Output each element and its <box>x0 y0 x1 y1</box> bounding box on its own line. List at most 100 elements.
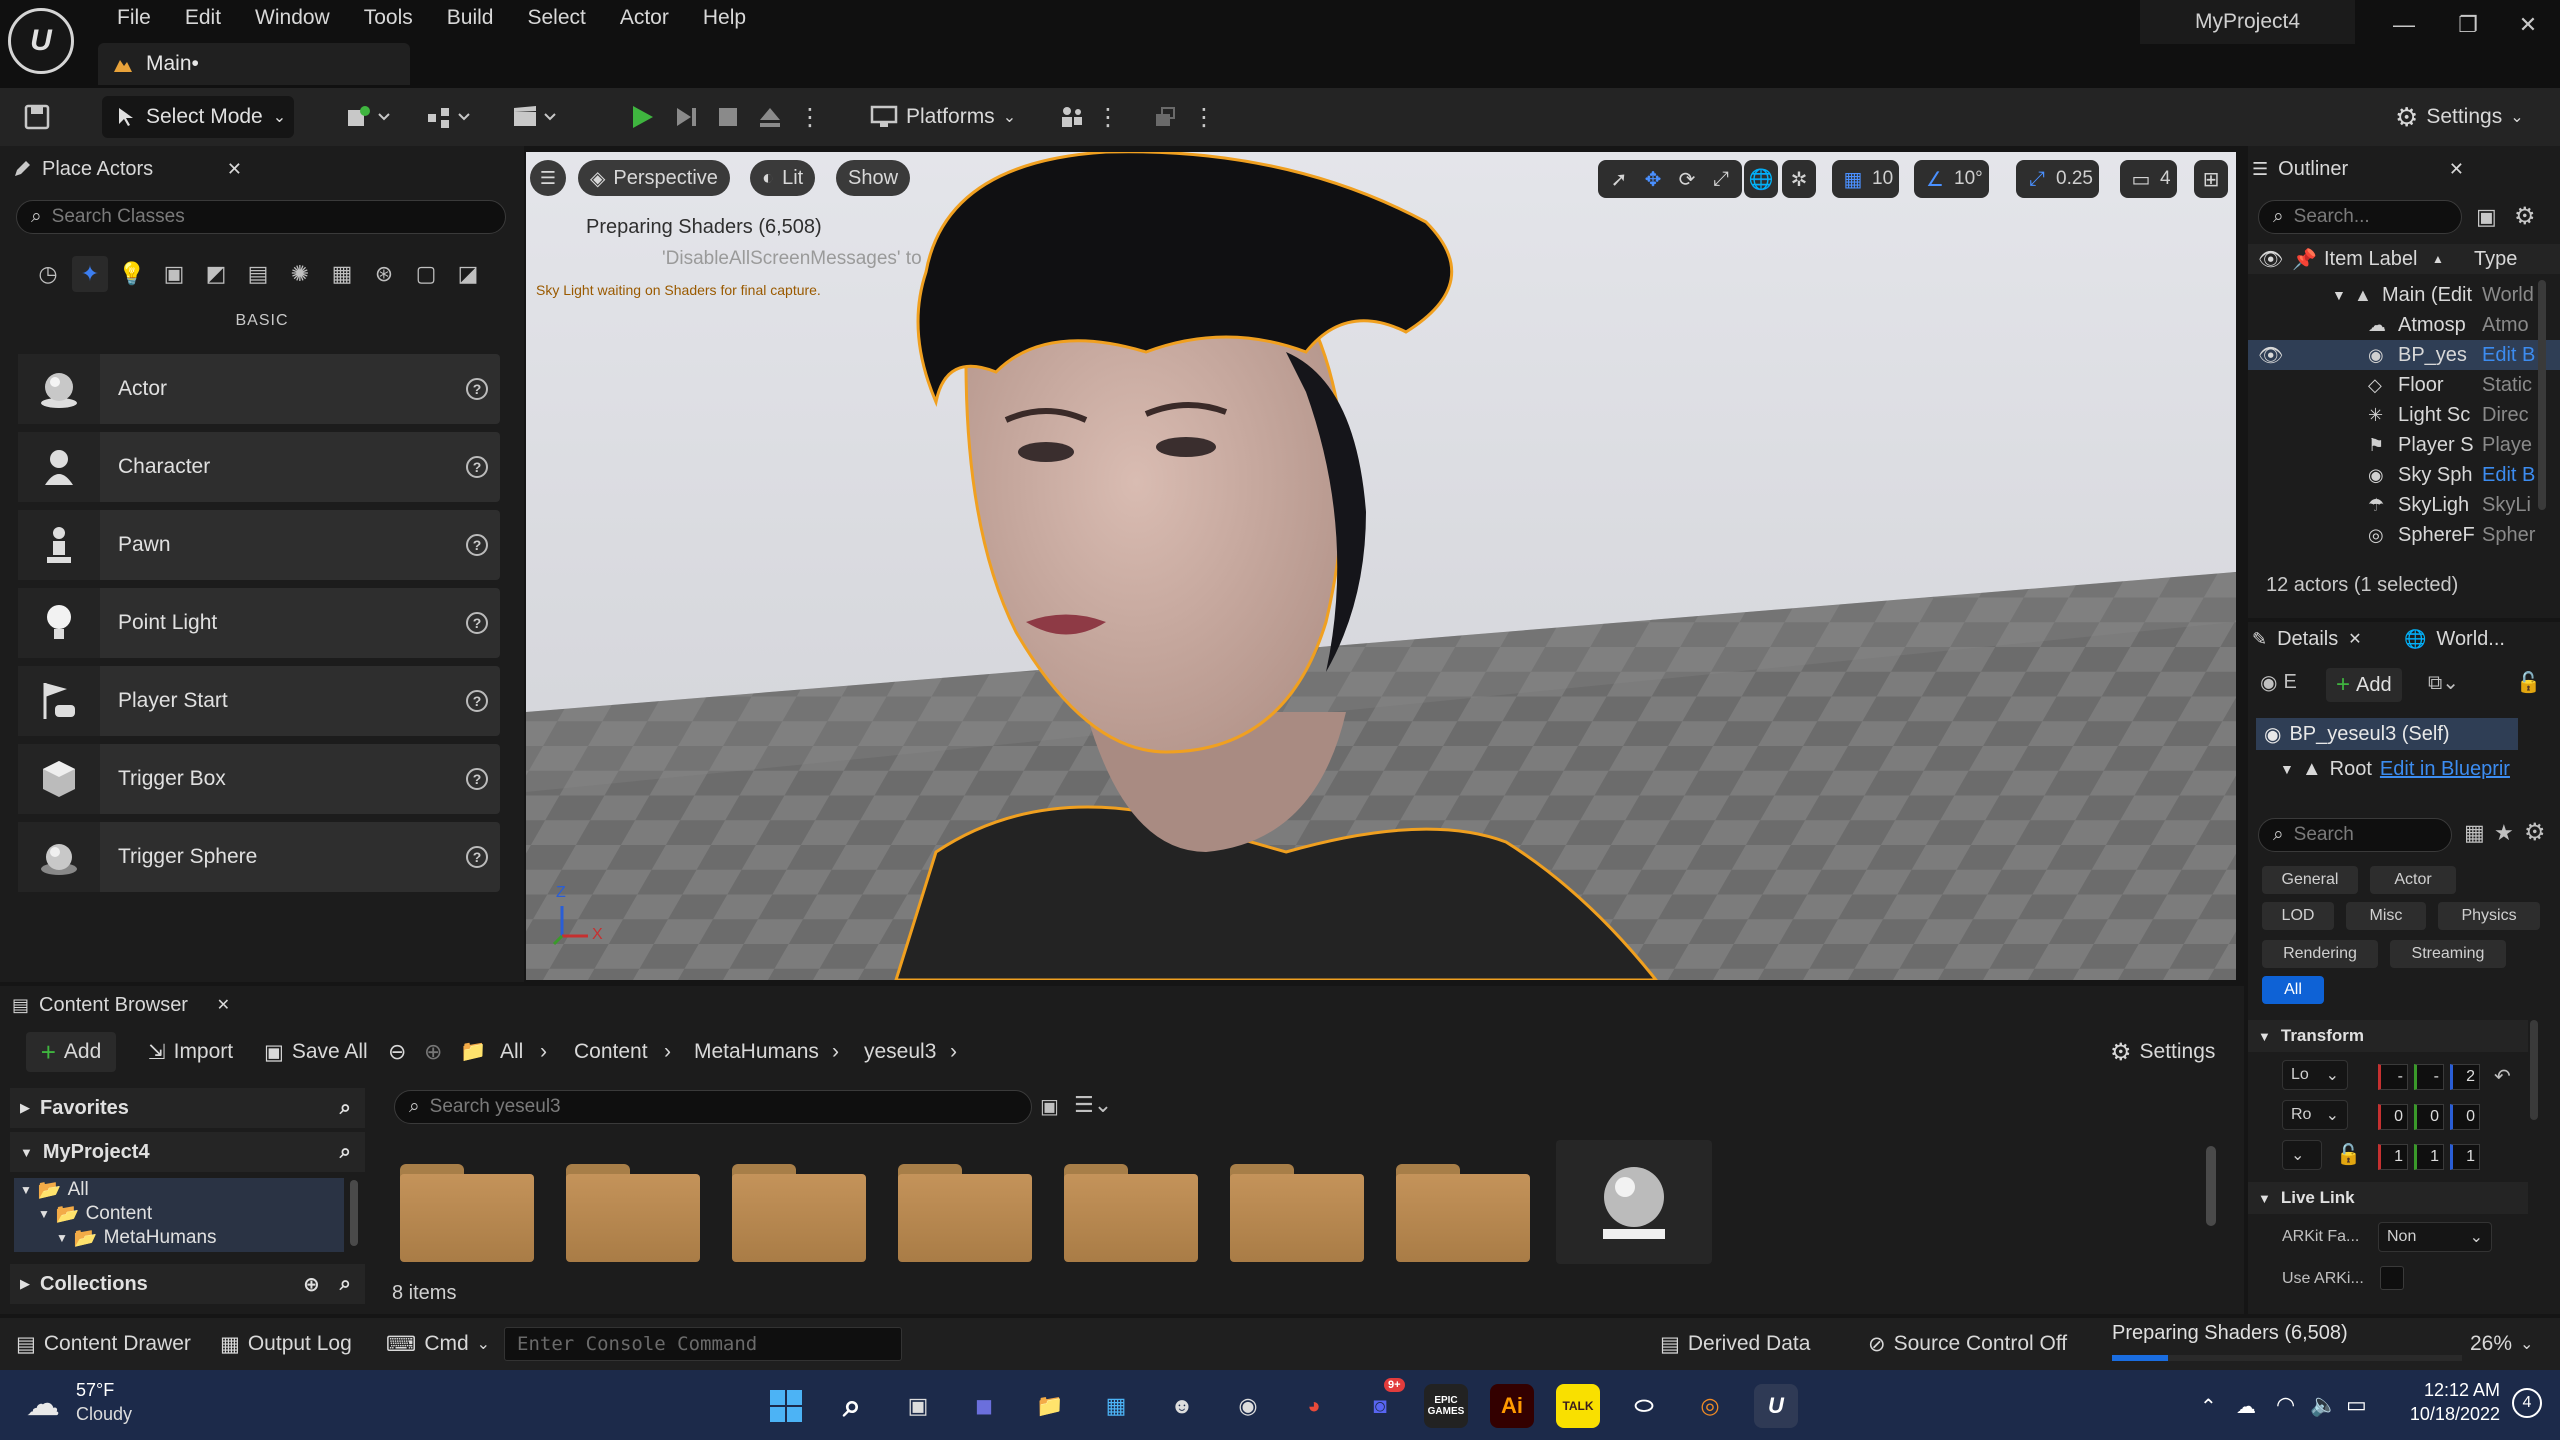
visual-effects-icon[interactable]: ◩ <box>198 256 234 292</box>
save-search-icon[interactable]: ▣ <box>1040 1094 1059 1119</box>
project-section[interactable]: ▼ MyProject4 ⌕ <box>10 1132 365 1172</box>
help-icon[interactable]: ? <box>466 846 488 868</box>
lock-icon[interactable]: 🔓 <box>2516 670 2541 695</box>
section-transform[interactable]: ▼ Transform <box>2248 1020 2528 1052</box>
scale-z-field[interactable]: 1 <box>2450 1144 2480 1170</box>
outliner-row[interactable]: ◉ Sky Sph Edit B <box>2248 460 2560 490</box>
minimize-button[interactable]: — <box>2372 0 2436 50</box>
filter-actor[interactable]: Actor <box>2370 866 2456 894</box>
help-icon[interactable]: ? <box>466 378 488 400</box>
folder-item[interactable] <box>1064 1164 1198 1262</box>
actor-item-pawn[interactable]: Pawn ? <box>18 510 500 580</box>
more-categories-icon[interactable]: ◪ <box>450 256 486 292</box>
folder-item[interactable] <box>566 1164 700 1262</box>
menu-window[interactable]: Window <box>238 0 347 36</box>
cb-import-button[interactable]: ⇲ Import <box>148 1032 233 1072</box>
menu-select[interactable]: Select <box>510 0 602 36</box>
maximize-button[interactable]: ❐ <box>2436 0 2500 50</box>
tab-world-settings[interactable]: 🌐 World... <box>2404 616 2554 662</box>
close-icon[interactable]: ✕ <box>217 995 230 1015</box>
outliner-row[interactable]: ◎ SphereF Spher <box>2248 520 2560 550</box>
back-arrow-icon[interactable]: ⊖ <box>388 1032 406 1072</box>
world-local-toggle[interactable]: 🌐 <box>1744 160 1778 198</box>
column-type[interactable]: Type <box>2474 248 2517 271</box>
filter-physics[interactable]: Physics <box>2438 902 2540 930</box>
lights-icon[interactable]: 💡 <box>114 256 150 292</box>
filter-general[interactable]: General <box>2262 866 2358 894</box>
microsoft-store-icon[interactable]: ▦ <box>1094 1384 1138 1428</box>
breadcrumb-yeseul3[interactable]: yeseul3 <box>864 1032 936 1072</box>
scale-tool-icon[interactable]: ⤢ <box>1706 164 1736 194</box>
console-command-input[interactable]: Enter Console Command <box>504 1327 902 1361</box>
add-actor-icon[interactable] <box>340 100 400 134</box>
actor-item-player-start[interactable]: Player Start ? <box>18 666 500 736</box>
actor-item-character[interactable]: Character ? <box>18 432 500 502</box>
help-icon[interactable]: ? <box>466 768 488 790</box>
add-component-button[interactable]: + Add <box>2326 668 2402 702</box>
menu-tools[interactable]: Tools <box>347 0 430 36</box>
content-drawer-button[interactable]: ▤ Content Drawer <box>16 1318 191 1370</box>
menu-edit[interactable]: Edit <box>168 0 238 36</box>
actor-item-actor[interactable]: Actor ? <box>18 354 500 424</box>
notification-badge[interactable]: 4 <box>2512 1388 2542 1418</box>
unreal-logo-icon[interactable]: U <box>8 8 74 74</box>
level-tab-main[interactable]: Main• <box>98 43 410 85</box>
derived-data-button[interactable]: ▤ Derived Data <box>1660 1318 1810 1370</box>
translate-tool-icon[interactable]: ✥ <box>1638 164 1668 194</box>
shapes-icon[interactable]: ⊛ <box>366 256 402 292</box>
unreal-taskbar-icon[interactable]: U <box>1754 1384 1798 1428</box>
more-options-icon[interactable]: ⋮ <box>1096 100 1120 134</box>
actor-item-trigger-box[interactable]: Trigger Box ? <box>18 744 500 814</box>
output-log-button[interactable]: ▦ Output Log <box>220 1318 352 1370</box>
all-classes-icon[interactable]: ▦ <box>324 256 360 292</box>
cinematics-icon[interactable] <box>506 100 566 134</box>
basic-category-icon[interactable]: ✦ <box>72 256 108 292</box>
breadcrumb-content[interactable]: Content <box>574 1032 648 1072</box>
tree-item-content[interactable]: ▼ 📂 Content <box>38 1202 152 1226</box>
help-icon[interactable]: ? <box>466 534 488 556</box>
outliner-row-selected[interactable]: 👁 ◉ BP_yes Edit B <box>2248 340 2560 370</box>
epic-games-icon[interactable]: EPIC GAMES <box>1424 1384 1468 1428</box>
tab-outliner[interactable]: ☰ Outliner ✕ <box>2252 146 2464 192</box>
roblox-icon[interactable]: ⬭ <box>1622 1384 1666 1428</box>
rotation-z-field[interactable]: 0 <box>2450 1104 2480 1130</box>
alien-app-icon[interactable]: ☻ <box>1160 1384 1204 1428</box>
source-control-toolbar-icon[interactable] <box>1148 100 1182 134</box>
windows-start-icon[interactable] <box>764 1384 808 1428</box>
select-mode-dropdown[interactable]: Select Mode ⌄ <box>102 96 294 138</box>
filter-streaming[interactable]: Streaming <box>2390 940 2506 968</box>
scale-x-field[interactable]: 1 <box>2378 1144 2408 1170</box>
folder-item[interactable] <box>400 1164 534 1262</box>
wifi-icon[interactable]: ◠ <box>2276 1392 2295 1418</box>
menu-help[interactable]: Help <box>686 0 763 36</box>
more-options-icon[interactable]: ⋮ <box>798 100 822 134</box>
outliner-scrollbar[interactable] <box>2538 280 2546 510</box>
use-arkit-checkbox[interactable] <box>2380 1266 2404 1290</box>
tab-content-browser[interactable]: ▤ Content Browser ✕ <box>12 982 230 1028</box>
task-view-icon[interactable]: ▣ <box>896 1384 940 1428</box>
details-search-input[interactable]: ⌕ Search <box>2258 818 2452 852</box>
close-icon[interactable]: ✕ <box>227 159 242 180</box>
cinematic-icon[interactable]: ▣ <box>156 256 192 292</box>
close-icon[interactable]: ✕ <box>2348 629 2361 649</box>
scale-mode-dropdown[interactable]: ⌄ <box>2282 1140 2322 1170</box>
rotation-snap[interactable]: ∠ 10° <box>1914 160 1989 198</box>
component-root-row[interactable]: ▼ ▲ Root Edit in Blueprir <box>2280 754 2510 784</box>
kakaotalk-icon[interactable]: TALK <box>1556 1384 1600 1428</box>
outliner-row[interactable]: ⚑ Player S Playe <box>2248 430 2560 460</box>
lock-icon[interactable]: 🔓 <box>2336 1142 2361 1167</box>
tab-place-actors[interactable]: Place Actors ✕ <box>12 146 242 192</box>
actor-item-trigger-sphere[interactable]: Trigger Sphere ? <box>18 822 500 892</box>
location-x-field[interactable]: - <box>2378 1064 2408 1090</box>
folder-item[interactable] <box>732 1164 866 1262</box>
toolbar-settings-button[interactable]: ⚙ Settings ⌄ <box>2395 96 2524 138</box>
placeholder-icon[interactable]: ▢ <box>408 256 444 292</box>
cb-search-input[interactable]: ⌕ Search yeseul3 <box>394 1090 1032 1124</box>
project-launcher-icon[interactable] <box>1054 100 1088 134</box>
volumes-icon[interactable]: ✺ <box>282 256 318 292</box>
scale-snap[interactable]: ⤢ 0.25 <box>2016 160 2099 198</box>
menu-actor[interactable]: Actor <box>603 0 686 36</box>
perspective-button[interactable]: ◈ Perspective <box>578 160 730 196</box>
folder-item[interactable] <box>1396 1164 1530 1262</box>
table-view-icon[interactable]: ▦ <box>2464 820 2485 846</box>
